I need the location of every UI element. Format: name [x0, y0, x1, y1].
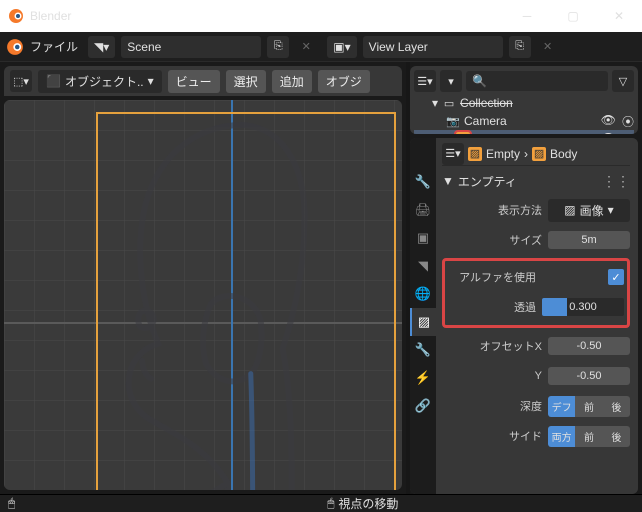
panel-title: エンプティ — [458, 173, 517, 190]
maximize-button[interactable]: ▢ — [558, 9, 588, 23]
window-controls: ─ ▢ ✕ — [512, 9, 634, 23]
image-icon: ▨ — [564, 203, 575, 217]
use-alpha-label: アルファを使用 — [448, 269, 536, 285]
tab-object[interactable]: ▨ — [410, 308, 436, 336]
outliner-editor-type[interactable]: ☰▾ — [414, 70, 436, 92]
mode-selector[interactable]: ⬛オブジェクト..▾ — [38, 70, 162, 93]
use-alpha-checkbox[interactable]: ✓ — [608, 269, 624, 285]
file-menu[interactable]: ファイル — [30, 38, 78, 55]
properties-breadcrumb: ☰▾ ▨ Empty › ▨ Body — [442, 142, 630, 166]
new-scene-button[interactable]: ⎘ — [267, 36, 289, 58]
tab-physics[interactable]: ⚡ — [410, 364, 436, 392]
opacity-label: 透過 — [448, 299, 536, 315]
close-button[interactable]: ✕ — [604, 9, 634, 23]
outliner-display-mode[interactable]: ▾ — [440, 70, 462, 92]
scene-selector-icon[interactable]: ◥▾ — [88, 36, 115, 58]
mouse-middle-icon: 🖱 — [327, 496, 334, 511]
delete-scene-button[interactable]: ✕ — [295, 36, 317, 58]
outliner-empty-row[interactable]: ▸▨Empty👁⦿ — [414, 130, 634, 134]
reference-image — [4, 100, 402, 490]
render-icon[interactable]: ⦿ — [622, 113, 634, 130]
properties-tabs: 🔧 🖨 ▣ ◥ 🌐 ▨ 🔧 ⚡ 🔗 — [410, 138, 436, 494]
top-menu-bar: ファイル ◥▾ Scene ⎘ ✕ ▣▾ View Layer ⎘ ✕ — [0, 32, 642, 62]
search-icon: 🔍 — [472, 74, 487, 88]
side-label: サイド — [442, 428, 542, 444]
size-label: サイズ — [442, 232, 542, 248]
highlighted-region: アルファを使用 ✓ 透過 0.300 — [442, 258, 630, 328]
display-as-label: 表示方法 — [442, 202, 542, 218]
camera-icon: 📷 — [446, 114, 460, 128]
blender-logo-icon — [6, 38, 24, 56]
status-bar: 🖱 🖱 視点の移動 — [0, 494, 642, 512]
image-empty-icon: ▨ — [468, 147, 482, 161]
outliner-panel: ☰▾ ▾ 🔍 ▽ ▾▭Collection 📷Camera👁⦿ ▸▨Empty👁… — [410, 66, 638, 134]
add-menu[interactable]: 追加 — [272, 70, 312, 93]
size-field[interactable]: 5m — [548, 231, 630, 249]
viewlayer-selector-icon[interactable]: ▣▾ — [327, 36, 356, 58]
properties-editor-type[interactable]: ☰▾ — [442, 143, 464, 165]
viewlayer-name-field[interactable]: View Layer — [363, 36, 503, 58]
select-menu[interactable]: 選択 — [226, 70, 266, 93]
visibility-icon[interactable]: 👁 — [601, 113, 616, 130]
breadcrumb-data[interactable]: Body — [550, 147, 577, 161]
outliner-filter[interactable]: ▽ — [612, 70, 634, 92]
tab-render[interactable]: 🔧 — [410, 168, 436, 196]
object-menu[interactable]: オブジ — [318, 70, 370, 93]
opacity-slider[interactable]: 0.300 — [542, 298, 624, 316]
tab-scene[interactable]: ◥ — [410, 252, 436, 280]
image-icon: ▨ — [532, 147, 546, 161]
3d-viewport: ⬚▾ ⬛オブジェクト..▾ ビュー 選択 追加 オブジ — [0, 62, 410, 494]
properties-panel: 🔧 🖨 ▣ ◥ 🌐 ▨ 🔧 ⚡ 🔗 ☰▾ ▨ Empty › ▨ Body — [410, 138, 638, 494]
outliner-search[interactable]: 🔍 — [466, 71, 608, 91]
offset-y-field[interactable]: -0.50 — [548, 367, 630, 385]
tab-constraints[interactable]: 🔗 — [410, 392, 436, 420]
opacity-value: 0.300 — [542, 298, 624, 316]
delete-viewlayer-button[interactable]: ✕ — [537, 36, 559, 58]
empty-panel-header[interactable]: ▼ エンプティ ⋮⋮ — [442, 170, 630, 192]
offset-x-label: オフセットX — [442, 338, 542, 354]
render-icon[interactable]: ⦿ — [622, 131, 634, 135]
view-menu[interactable]: ビュー — [168, 70, 220, 93]
outliner-collection-row[interactable]: ▾▭Collection — [414, 94, 634, 112]
blender-logo-icon — [8, 8, 24, 24]
new-viewlayer-button[interactable]: ⎘ — [509, 36, 531, 58]
panel-options-icon[interactable]: ⋮⋮ — [602, 173, 630, 190]
offset-x-field[interactable]: -0.50 — [548, 337, 630, 355]
breadcrumb-object[interactable]: Empty — [486, 147, 520, 161]
tab-viewlayer[interactable]: ▣ — [410, 224, 436, 252]
side-segmented[interactable]: 両方前後 — [548, 426, 630, 447]
window-titlebar: Blender ─ ▢ ✕ — [0, 0, 642, 32]
offset-y-label: Y — [442, 370, 542, 382]
tab-modifiers[interactable]: 🔧 — [410, 336, 436, 364]
visibility-icon[interactable]: 👁 — [601, 131, 616, 135]
depth-segmented[interactable]: デフ前後 — [548, 396, 630, 417]
depth-label: 深度 — [442, 398, 542, 414]
viewport-canvas[interactable] — [4, 100, 402, 490]
scene-name-field[interactable]: Scene — [121, 36, 261, 58]
tab-output[interactable]: 🖨 — [410, 196, 436, 224]
status-nav: 視点の移動 — [338, 495, 398, 512]
image-empty-icon: ▨ — [456, 132, 470, 134]
minimize-button[interactable]: ─ — [512, 9, 542, 23]
collection-icon: ▭ — [442, 96, 456, 110]
mouse-left-icon: 🖱 — [8, 496, 15, 511]
tab-world[interactable]: 🌐 — [410, 280, 436, 308]
viewport-header: ⬚▾ ⬛オブジェクト..▾ ビュー 選択 追加 オブジ — [4, 66, 402, 96]
display-as-dropdown[interactable]: ▨画像▾ — [548, 199, 630, 222]
outliner-camera-row[interactable]: 📷Camera👁⦿ — [414, 112, 634, 130]
editor-type-button[interactable]: ⬚▾ — [10, 70, 32, 92]
app-title: Blender — [30, 9, 71, 23]
disclosure-icon: ▼ — [442, 174, 454, 188]
